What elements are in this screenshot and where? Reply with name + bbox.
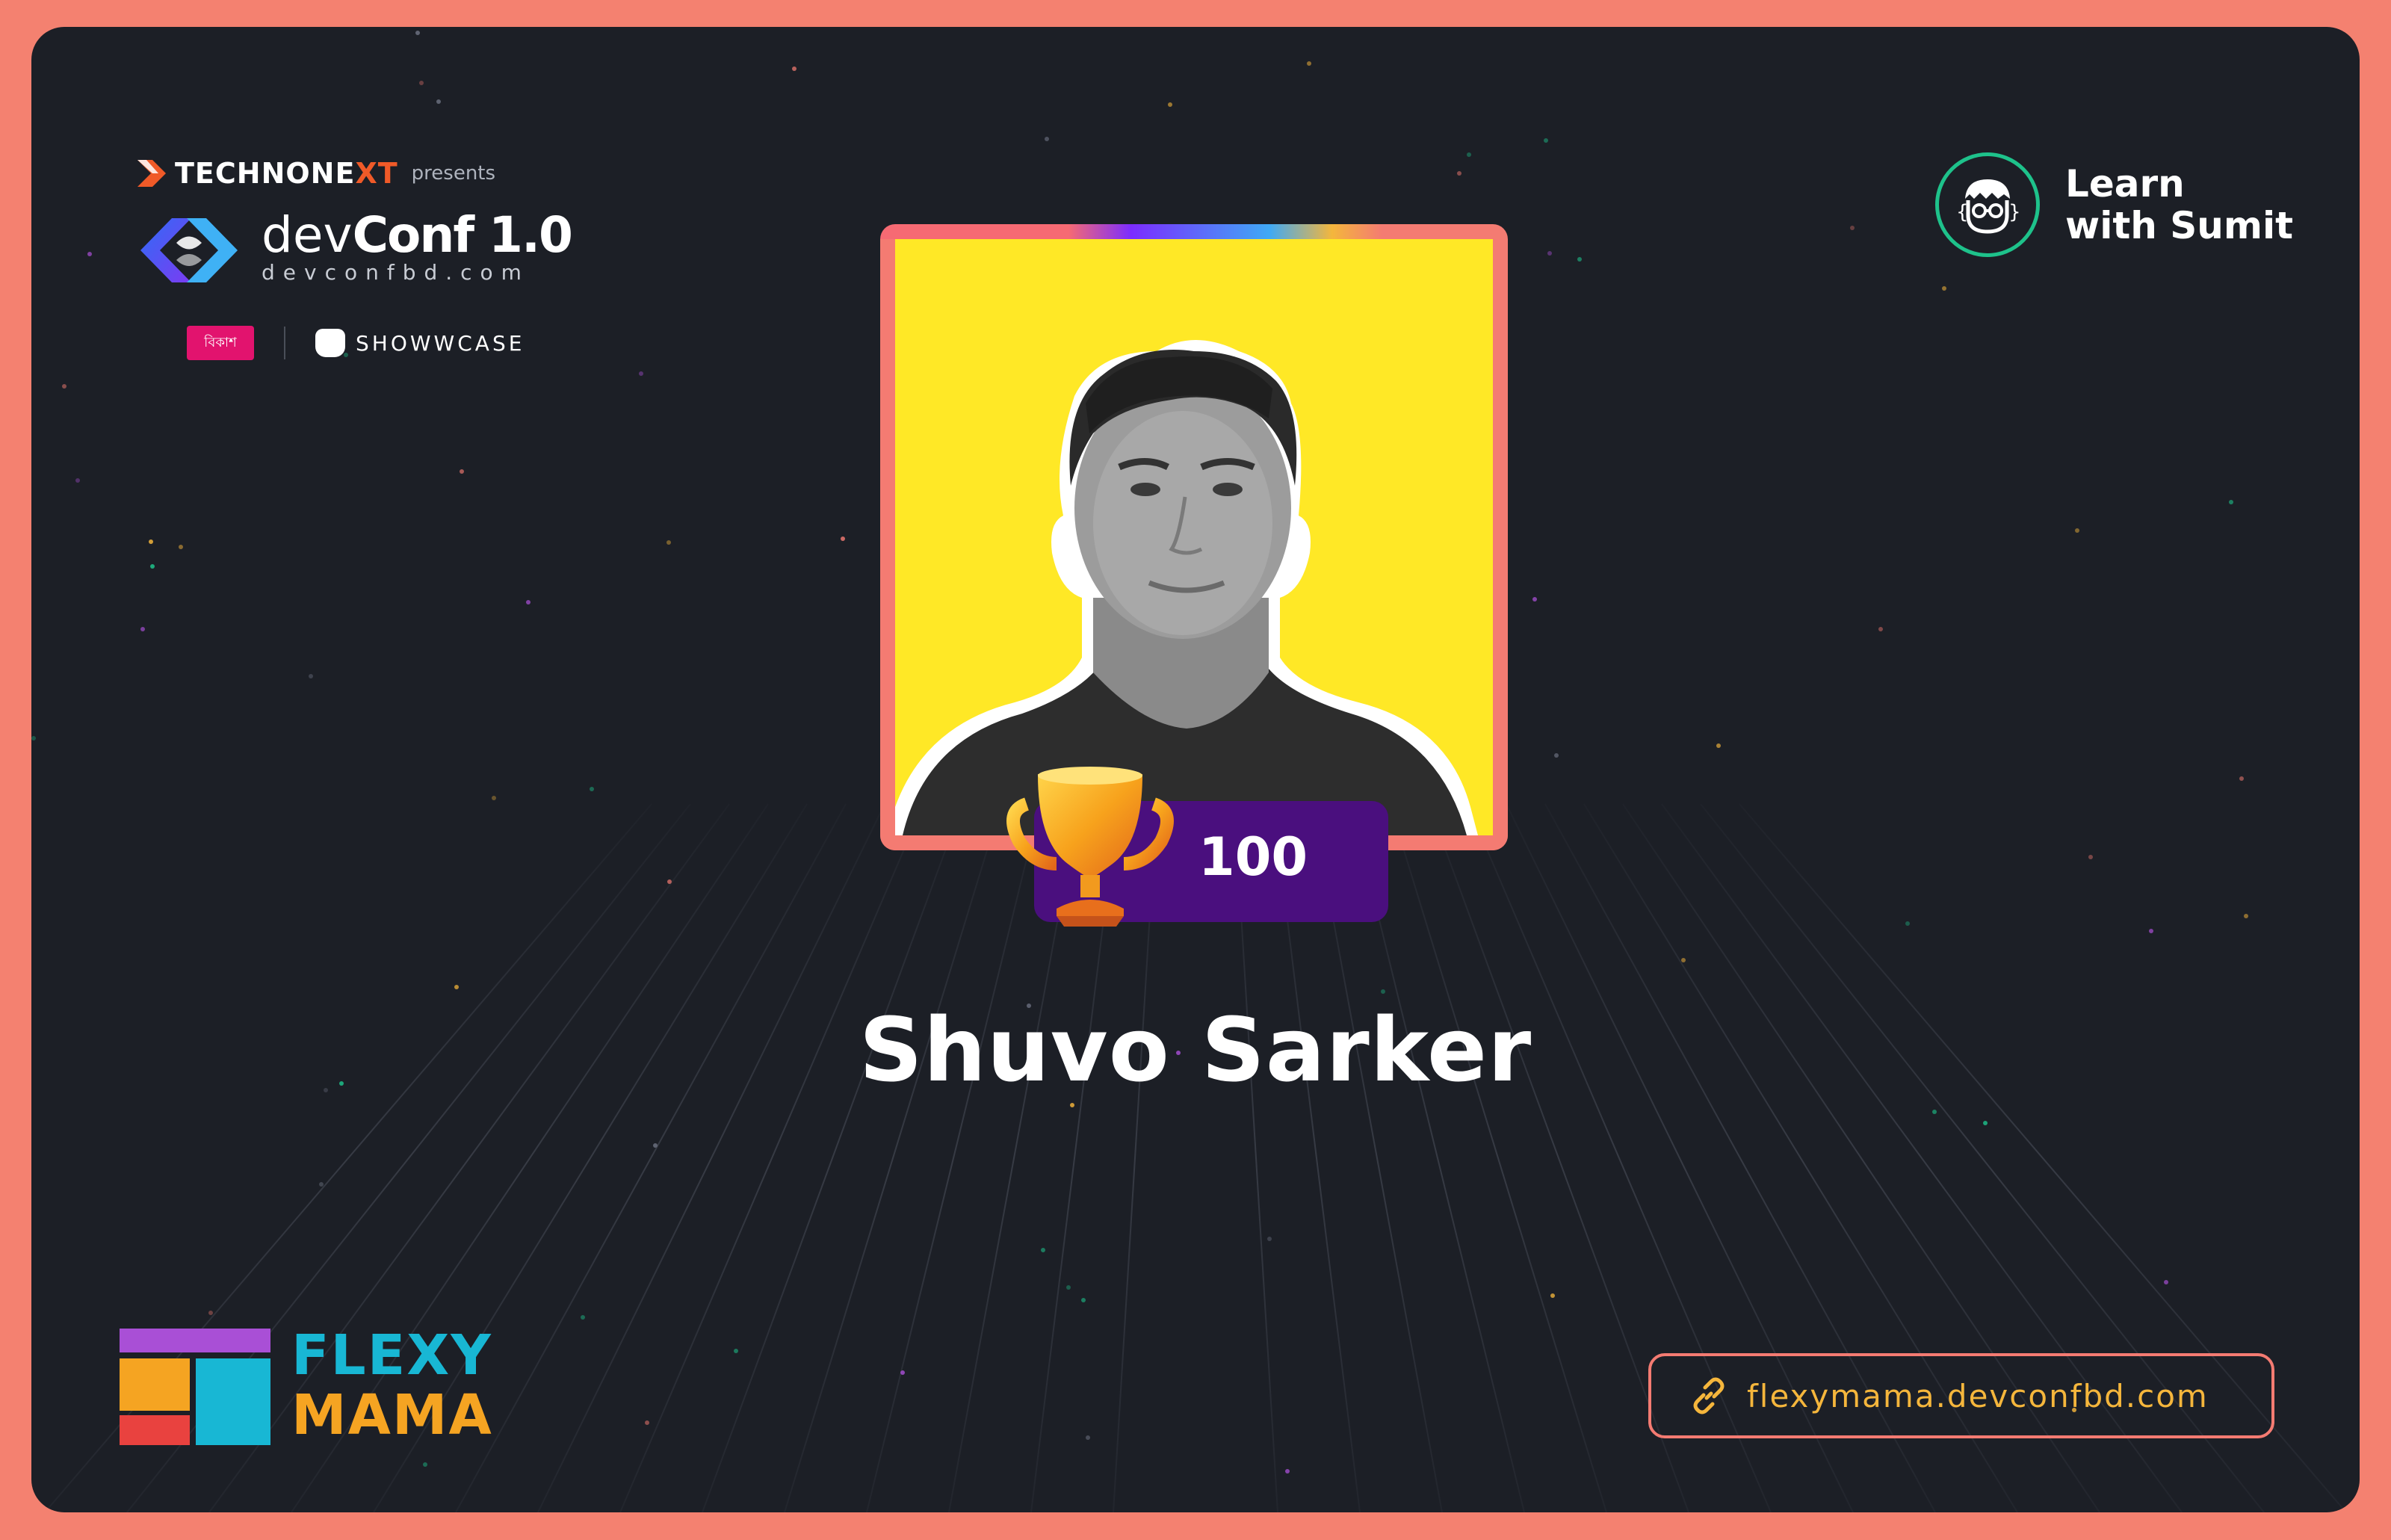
star-dot — [87, 252, 92, 256]
star-dot — [460, 469, 464, 474]
star-dot — [436, 99, 441, 104]
star-dot — [1547, 251, 1552, 256]
star-dot — [2149, 929, 2153, 933]
star-dot — [492, 796, 496, 800]
url-link[interactable]: flexymama.devconfbd.com — [1747, 1378, 2209, 1414]
flexy-mama-brand: FLEXY MAMA — [120, 1323, 493, 1447]
url-box[interactable]: flexymama.devconfbd.com — [1648, 1353, 2274, 1438]
devconf-title: devConf 1.0 — [262, 206, 573, 264]
learn-with-sumit-avatar-icon: { } — [1935, 152, 2040, 257]
star-dot — [1381, 989, 1385, 994]
score-value: 100 — [1198, 826, 1308, 888]
star-dot — [75, 478, 80, 483]
star-dot — [149, 539, 153, 544]
svg-text:}: } — [2008, 201, 2021, 223]
star-dot — [1544, 138, 1548, 143]
star-dot — [1081, 1298, 1086, 1302]
technonext-presents: TECHNONEXT presents — [136, 155, 495, 191]
star-dot — [2244, 914, 2248, 918]
star-dot — [667, 879, 672, 884]
link-icon — [1693, 1377, 1725, 1414]
star-dot — [1577, 257, 1582, 262]
star-dot — [581, 1315, 585, 1320]
participant-portrait-image — [895, 340, 1478, 835]
bkash-logo: বিকাশ — [187, 326, 254, 360]
showwcase-icon — [315, 329, 345, 357]
star-dot — [792, 67, 797, 71]
star-dot — [1905, 921, 1910, 926]
star-dot — [1041, 1248, 1045, 1252]
flexy-line2: MAMA — [291, 1383, 493, 1447]
lws-line1: Learn — [2065, 162, 2185, 205]
showwcase-logo: SHOWWCASE — [315, 329, 525, 357]
certificate-card: TECHNONEXT presents devConf 1.0 devconfb… — [31, 27, 2360, 1512]
star-dot — [1070, 1103, 1074, 1107]
star-dot — [590, 787, 594, 791]
star-dot — [841, 536, 845, 541]
star-dot — [1307, 61, 1311, 66]
star-dot — [645, 1420, 649, 1425]
star-dot — [2088, 855, 2093, 859]
star-dot — [1716, 743, 1721, 748]
star-dot — [900, 1370, 905, 1375]
star-dot — [1554, 753, 1559, 758]
svg-text:{: { — [1956, 201, 1969, 223]
star-dot — [1066, 1285, 1071, 1290]
star-dot — [1681, 958, 1686, 962]
star-dot — [1457, 171, 1461, 176]
sponsor-logos: বিকাশ SHOWWCASE — [187, 326, 525, 360]
star-dot — [1850, 226, 1855, 230]
sponsor-divider — [284, 327, 285, 359]
star-dot — [639, 371, 643, 376]
star-dot — [1878, 627, 1883, 631]
star-dot — [319, 1182, 324, 1187]
trophy-icon — [1006, 767, 1174, 927]
flexy-line1: FLEXY — [291, 1323, 492, 1388]
participant-name: Shuvo Sarker — [859, 998, 1532, 1101]
star-dot — [454, 985, 459, 989]
devconf-brand: devConf 1.0 devconfbd.com — [133, 206, 573, 291]
devconf-url: devconfbd.com — [262, 260, 530, 285]
technonext-wordmark: TECHNONEXT — [175, 157, 398, 190]
star-dot — [415, 31, 420, 35]
technonext-logo-icon — [137, 160, 166, 187]
star-dot — [666, 540, 671, 545]
star-dot — [1285, 1469, 1290, 1473]
star-dot — [31, 736, 36, 740]
star-dot — [1550, 1293, 1555, 1298]
devconf-logo-icon — [140, 218, 238, 282]
star-dot — [734, 1349, 738, 1353]
star-dot — [2075, 528, 2079, 533]
star-dot — [526, 600, 531, 604]
star-dot — [419, 81, 424, 85]
star-dot — [62, 384, 66, 389]
star-dot — [140, 627, 145, 631]
star-dot — [653, 1143, 658, 1148]
lws-line2: with Sumit — [2065, 204, 2293, 247]
showwcase-label: SHOWWCASE — [356, 330, 525, 356]
star-dot — [1168, 102, 1172, 107]
star-dot — [1932, 1110, 1937, 1114]
star-dot — [2239, 776, 2244, 781]
star-dot — [1532, 597, 1537, 602]
presents-label: presents — [411, 162, 496, 185]
star-dot — [150, 564, 155, 569]
participant-photo — [895, 239, 1493, 835]
star-dot — [2164, 1280, 2168, 1284]
star-dot — [1983, 1121, 1988, 1125]
star-dot — [1942, 286, 1946, 291]
star-dot — [179, 545, 183, 549]
star-dot — [423, 1462, 427, 1467]
star-dot — [1086, 1435, 1090, 1440]
learn-with-sumit-brand: { } Learn with Sumit — [1935, 152, 2293, 257]
star-dot — [2229, 500, 2233, 504]
flexy-mama-logo-icon — [120, 1329, 270, 1445]
star-dot — [309, 674, 313, 678]
star-dot — [1467, 152, 1471, 157]
star-dot — [1045, 137, 1049, 141]
star-dot — [208, 1311, 213, 1315]
star-dot — [1267, 1237, 1272, 1241]
